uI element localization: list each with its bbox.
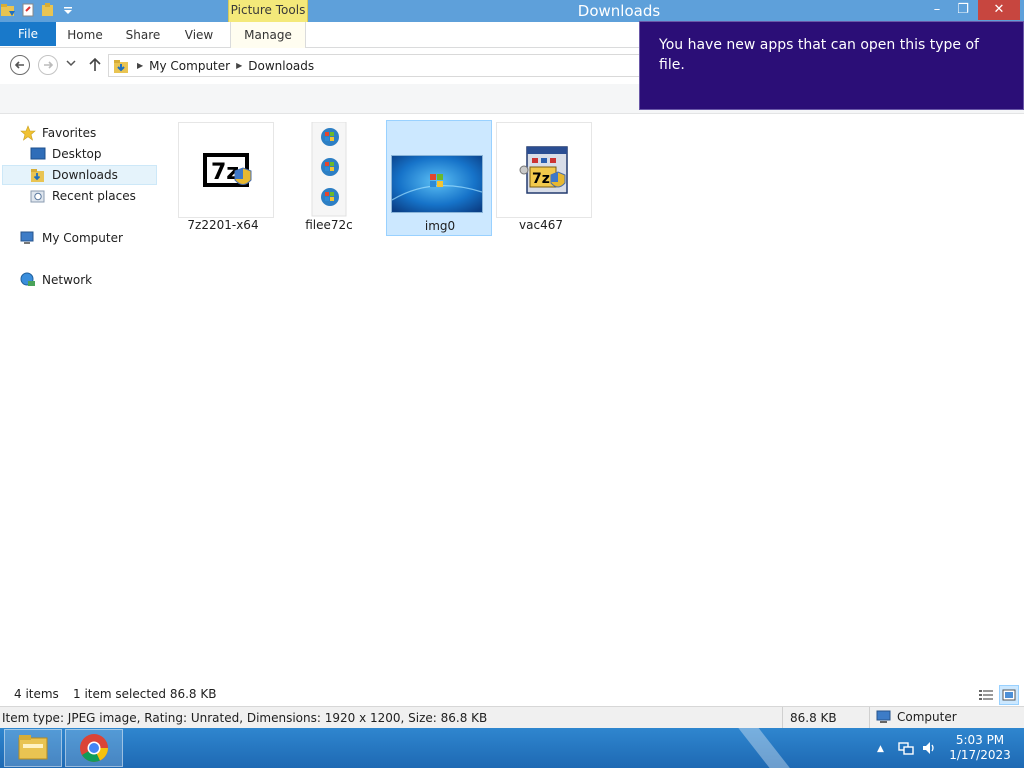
chrome-icon bbox=[80, 734, 108, 762]
item-count: 4 items bbox=[14, 687, 59, 701]
breadcrumb-separator-icon: ▶ bbox=[236, 61, 243, 70]
recent-locations-chevron-icon[interactable] bbox=[66, 59, 76, 67]
downloads-folder-icon bbox=[31, 169, 44, 182]
recent-places-icon bbox=[30, 190, 45, 203]
computer-icon bbox=[20, 231, 34, 244]
nav-network-label: Network bbox=[42, 273, 93, 287]
nav-recent-places-label: Recent places bbox=[52, 189, 136, 203]
toast-message: You have new apps that can open this typ… bbox=[659, 37, 979, 73]
details-view-button[interactable] bbox=[976, 685, 996, 705]
system-clock[interactable]: 5:03 PM 1/17/2023 bbox=[944, 733, 1016, 763]
title-bar: Picture Tools Downloads – ❐ ✕ bbox=[0, 0, 1024, 22]
nav-network[interactable]: Network bbox=[20, 270, 92, 290]
nav-my-computer[interactable]: My Computer bbox=[20, 228, 123, 248]
7zip-setup-icon: 7z bbox=[519, 146, 568, 194]
restore-button[interactable]: ❐ bbox=[951, 0, 975, 20]
file-explorer-icon bbox=[18, 735, 48, 760]
nav-my-computer-label: My Computer bbox=[42, 231, 123, 245]
selection-info: 1 item selected 86.8 KB bbox=[73, 687, 217, 701]
computer-icon bbox=[876, 710, 891, 723]
svg-text:7z: 7z bbox=[532, 171, 550, 187]
notification-toast[interactable]: You have new apps that can open this typ… bbox=[639, 21, 1024, 110]
file-name: 7z2201-x64 bbox=[187, 218, 259, 232]
nav-desktop[interactable]: Desktop bbox=[30, 144, 102, 164]
arrow-right-icon bbox=[44, 61, 54, 69]
file-name: filee72c bbox=[305, 218, 353, 232]
file-item-selected[interactable]: img0 bbox=[386, 120, 492, 236]
tab-share[interactable]: Share bbox=[122, 22, 164, 48]
taskbar-highlight bbox=[727, 728, 809, 768]
desktop-icon bbox=[30, 147, 46, 160]
tab-home[interactable]: Home bbox=[62, 22, 108, 48]
breadcrumb-my-computer[interactable]: My Computer bbox=[149, 59, 230, 73]
details-status-bar: Item type: JPEG image, Rating: Unrated, … bbox=[0, 706, 1024, 728]
item-details: Item type: JPEG image, Rating: Unrated, … bbox=[2, 711, 488, 725]
close-button[interactable]: ✕ bbox=[978, 0, 1020, 20]
nav-downloads[interactable]: Downloads bbox=[2, 165, 157, 185]
file-name: vac467 bbox=[519, 218, 563, 232]
breadcrumb-separator-icon: ▶ bbox=[137, 61, 144, 70]
arrow-left-icon bbox=[14, 61, 24, 69]
clock-time: 5:03 PM bbox=[955, 733, 1005, 747]
up-arrow-icon[interactable] bbox=[88, 56, 102, 72]
file-thumbnail bbox=[310, 121, 350, 218]
star-icon bbox=[20, 125, 36, 141]
windows-orbs-icon bbox=[311, 121, 347, 217]
file-item[interactable]: 7z vac467 bbox=[488, 120, 594, 236]
file-item[interactable]: filee72c bbox=[276, 120, 382, 236]
back-button[interactable] bbox=[10, 55, 30, 75]
minimize-button[interactable]: – bbox=[925, 0, 949, 20]
breadcrumb-downloads[interactable]: Downloads bbox=[248, 59, 314, 73]
file-name: img0 bbox=[424, 219, 456, 233]
item-size: 86.8 KB bbox=[782, 707, 870, 728]
taskbar-chrome-button[interactable] bbox=[65, 729, 123, 767]
network-icon bbox=[20, 272, 35, 286]
file-item[interactable]: 7z 7z2201-x64 bbox=[170, 120, 276, 236]
tab-file[interactable]: File bbox=[0, 22, 56, 46]
tab-manage[interactable]: Manage bbox=[230, 22, 306, 48]
location-label: Computer bbox=[897, 710, 957, 724]
network-tray-icon[interactable] bbox=[898, 740, 914, 756]
explorer-status-bar: 4 items 1 item selected 86.8 KB bbox=[0, 684, 1024, 706]
clock-date: 1/17/2023 bbox=[949, 748, 1011, 762]
nav-downloads-label: Downloads bbox=[52, 168, 118, 182]
downloads-folder-icon bbox=[114, 59, 128, 73]
file-thumbnail: 7z bbox=[178, 122, 274, 218]
volume-icon[interactable] bbox=[921, 740, 937, 756]
location-zone: Computer bbox=[876, 710, 957, 724]
taskbar-file-explorer-button[interactable] bbox=[4, 729, 62, 767]
forward-button[interactable] bbox=[38, 55, 58, 75]
file-thumbnail bbox=[391, 155, 483, 213]
large-icons-view-button[interactable] bbox=[999, 685, 1019, 705]
file-list: 7z 7z2201-x64 filee72c img0 7z vac467 bbox=[162, 114, 1024, 684]
address-bar[interactable]: ▶ My Computer ▶ Downloads bbox=[108, 54, 648, 77]
image-thumbnail bbox=[391, 156, 483, 212]
details-view-icon bbox=[979, 690, 993, 700]
nav-recent-places[interactable]: Recent places bbox=[30, 186, 136, 206]
large-icons-view-icon bbox=[1002, 689, 1016, 701]
window-title: Downloads bbox=[577, 2, 661, 20]
nav-desktop-label: Desktop bbox=[52, 147, 102, 161]
7zip-installer-icon: 7z bbox=[203, 153, 252, 187]
show-hidden-icons-button[interactable]: ▲ bbox=[877, 744, 884, 754]
file-thumbnail: 7z bbox=[496, 122, 592, 218]
taskbar: ▲ 5:03 PM 1/17/2023 bbox=[0, 728, 1024, 768]
nav-favorites-label: Favorites bbox=[42, 126, 97, 140]
navigation-pane: Favorites Desktop Downloads Recent place… bbox=[0, 114, 160, 684]
nav-favorites[interactable]: Favorites bbox=[20, 123, 96, 143]
tab-view[interactable]: View bbox=[182, 22, 216, 48]
